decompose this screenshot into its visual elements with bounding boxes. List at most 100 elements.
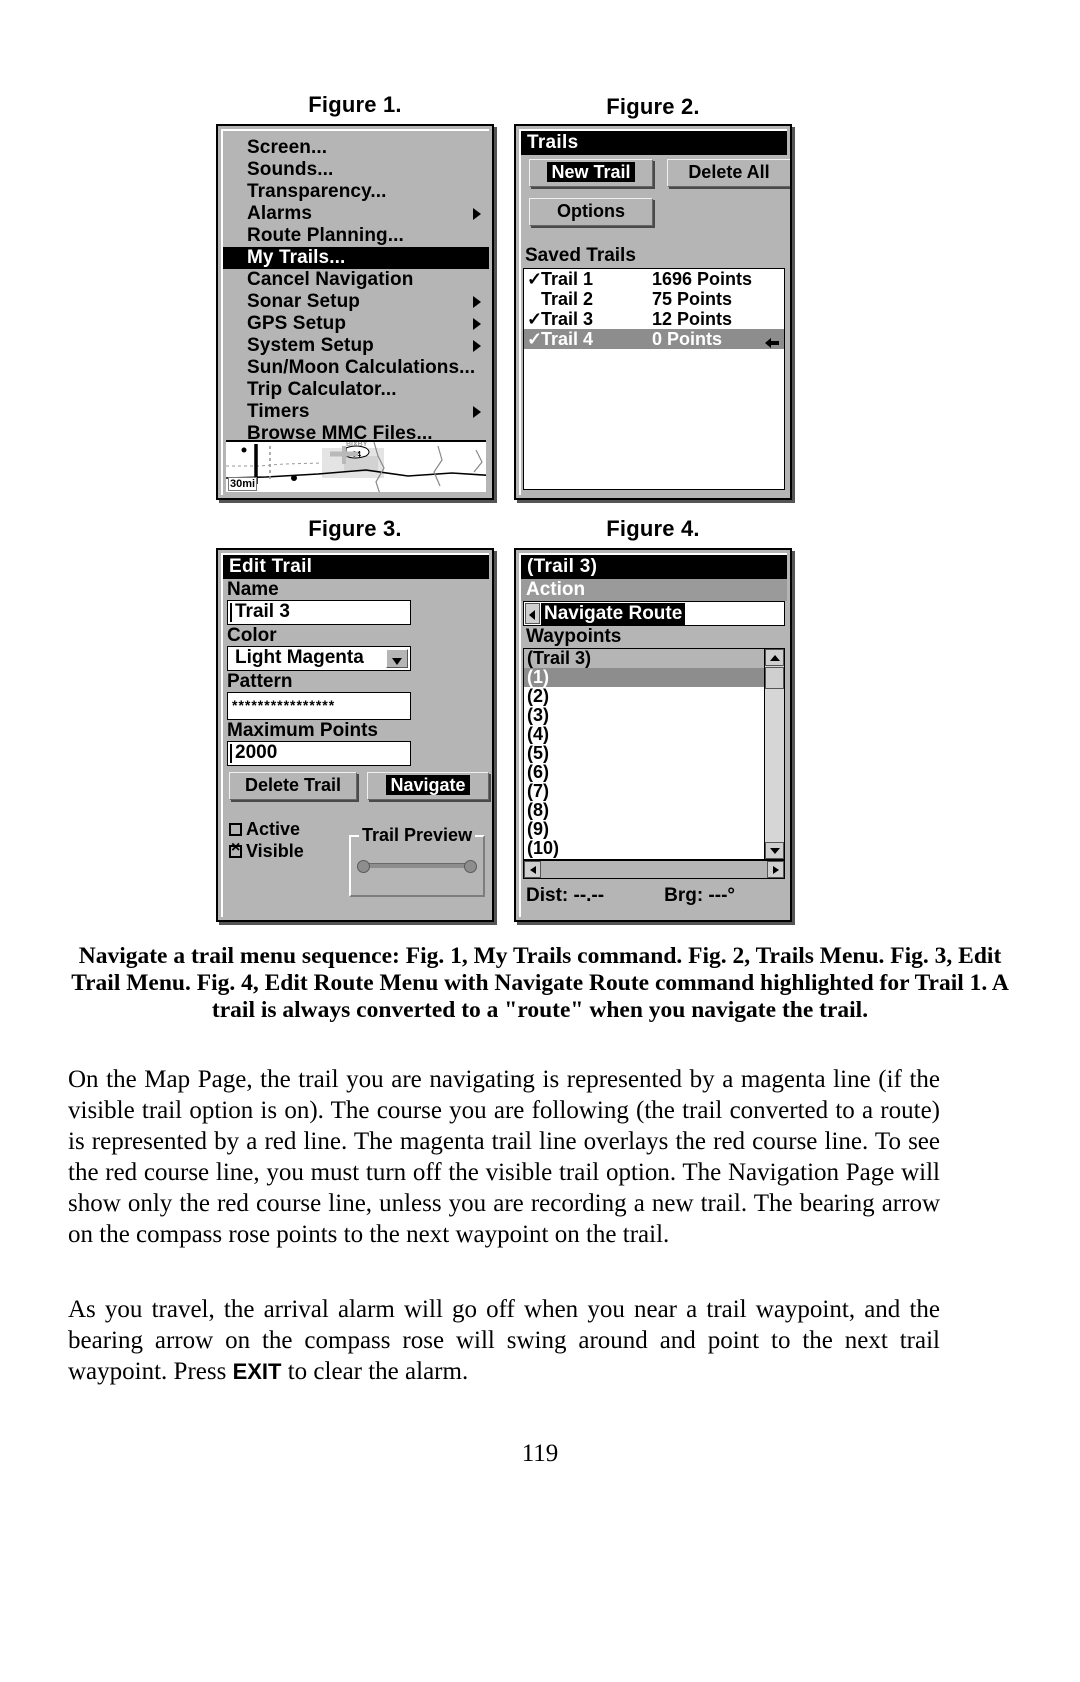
list-item[interactable]: (7) [524, 782, 784, 801]
action-spinner[interactable]: Navigate Route [523, 601, 785, 627]
pattern-field-value: **************** [232, 697, 336, 714]
figure-3-screen-inner: Edit Trail Name Trail 3 Color Light Mage… [221, 553, 489, 917]
delete-all-button[interactable]: Delete All [667, 159, 790, 188]
maximum-points-value: 2000 [235, 742, 278, 764]
menu-item-label: Route Planning... [247, 225, 404, 246]
table-row[interactable]: ✓ Trail 3 12 Points [524, 309, 784, 329]
pattern-field[interactable]: **************** [227, 692, 411, 721]
waypoints-vertical-scrollbar[interactable] [764, 649, 784, 860]
new-trail-button-label: New Trail [547, 162, 635, 183]
table-row[interactable]: Trail 2 75 Points [524, 289, 784, 309]
menu-item[interactable]: Cancel Navigation [223, 269, 489, 291]
waypoints-list[interactable]: (Trail 3) (1) (2) (3) (4) (5) (6) (7) (8) (9) (10… [523, 648, 785, 861]
menu-item[interactable]: Trip Calculator... [223, 379, 489, 401]
name-field[interactable]: Trail 3 [227, 600, 411, 626]
table-row[interactable]: ✓ Trail 4 0 Points [524, 329, 784, 350]
list-item[interactable]: (10) [524, 839, 784, 858]
list-item[interactable]: (9) [524, 820, 784, 839]
menu-item-label: Sun/Moon Calculations... [247, 357, 476, 378]
waypoints-label: Waypoints [521, 626, 787, 649]
menu-item[interactable]: My Trails... [223, 247, 489, 269]
trail-point-count: 75 Points [652, 289, 733, 310]
menu-item-label: Sounds... [247, 159, 334, 180]
navigate-button[interactable]: Navigate [367, 772, 489, 801]
figure-1-screen: Screen... Sounds... Transparency... Alarms R… [216, 124, 494, 500]
maximum-points-field[interactable]: 2000 [227, 741, 411, 767]
figure-caption: Navigate a trail menu sequence: Fig. 1, … [71, 943, 1009, 1023]
color-select[interactable]: Light Magenta [227, 646, 411, 672]
submenu-arrow-icon [473, 296, 481, 308]
figure-3-label: Figure 3. [308, 516, 402, 541]
list-item[interactable]: (6) [524, 763, 784, 782]
trail-point-count: 1696 Points [652, 269, 753, 290]
scroll-right-arrow-icon[interactable] [767, 861, 784, 879]
menu-item[interactable]: Screen... [223, 137, 489, 159]
trail-check-icon: ✓ [527, 269, 543, 290]
text-caret-icon [230, 603, 232, 623]
menu-item-label: System Setup [247, 335, 374, 356]
chevron-down-icon[interactable] [386, 649, 408, 669]
text-caret-icon [230, 744, 232, 764]
active-checkbox[interactable] [229, 823, 242, 837]
scroll-down-arrow-icon[interactable] [765, 842, 784, 860]
scroll-thumb[interactable] [765, 667, 784, 690]
menu-item-label: Trip Calculator... [247, 379, 397, 400]
trail-name: Trail 3 [541, 309, 594, 330]
list-item[interactable]: (5) [524, 744, 784, 763]
figure-2-screen-inner: Trails New Trail Delete All Options Save… [519, 129, 790, 495]
waypoints-rows[interactable]: (1) (2) (3) (4) (5) (6) (7) (8) (9) (10) [524, 668, 784, 858]
navigate-button-label: Navigate [386, 775, 470, 796]
body-paragraph-2: As you travel, the arrival alarm will go… [68, 1294, 940, 1387]
list-item[interactable]: (3) [524, 706, 784, 725]
menu-item[interactable]: Route Planning... [223, 225, 489, 247]
edit-route-title: (Trail 3) [521, 555, 787, 580]
menu-item-label: Timers [247, 401, 310, 422]
figure-1-label: Figure 1. [308, 92, 402, 117]
svg-text:BIXBY: BIXBY [346, 442, 368, 448]
spinner-left-arrow-icon[interactable] [525, 603, 540, 625]
saved-trails-list[interactable]: ✓ Trail 1 1696 Points Trail 2 75 Points ✓ Trai… [523, 268, 785, 491]
list-item[interactable]: (2) [524, 687, 784, 706]
menu-item[interactable]: Alarms [223, 203, 489, 225]
figure-4-label: Figure 4. [606, 516, 700, 541]
trail-name: Trail 2 [541, 289, 594, 310]
scroll-left-arrow-icon[interactable] [524, 861, 541, 879]
trail-check-icon: ✓ [527, 309, 543, 330]
menu-item[interactable]: Transparency... [223, 181, 489, 203]
menu-item[interactable]: Sounds... [223, 159, 489, 181]
main-menu-list[interactable]: Screen... Sounds... Transparency... Alarms R… [223, 131, 489, 445]
menu-item[interactable]: System Setup [223, 335, 489, 357]
menu-item-label: Alarms [247, 203, 313, 224]
menu-item-label: Sonar Setup [247, 291, 361, 312]
trails-title: Trails [521, 131, 787, 156]
figure-1-screen-inner: Screen... Sounds... Transparency... Alarms R… [221, 129, 489, 495]
menu-item-label: GPS Setup [247, 313, 347, 334]
left-pointer-icon [764, 333, 780, 349]
color-select-value: Light Magenta [235, 647, 364, 669]
menu-item[interactable]: Sun/Moon Calculations... [223, 357, 489, 379]
table-row[interactable]: ✓ Trail 1 1696 Points [524, 269, 784, 289]
waypoints-horizontal-scrollbar[interactable] [523, 860, 785, 880]
edit-trail-title: Edit Trail [223, 555, 489, 580]
delete-trail-button[interactable]: Delete Trail [229, 772, 357, 801]
action-label: Action [521, 579, 787, 602]
figure-3-screen: Edit Trail Name Trail 3 Color Light Mage… [216, 548, 494, 922]
name-label: Name [227, 579, 279, 601]
scroll-up-arrow-icon[interactable] [765, 649, 784, 667]
distance-value: Dist: --.-- [526, 885, 605, 907]
trail-name: Trail 4 [541, 329, 594, 350]
active-checkbox-label: Active [246, 819, 301, 840]
options-button[interactable]: Options [529, 198, 653, 227]
new-trail-button[interactable]: New Trail [529, 159, 653, 188]
list-item[interactable]: (1) [524, 668, 784, 688]
menu-item[interactable]: GPS Setup [223, 313, 489, 335]
menu-item[interactable]: Sonar Setup [223, 291, 489, 313]
list-item[interactable]: (8) [524, 801, 784, 820]
exit-key-name: EXIT [232, 1359, 282, 1384]
list-item[interactable]: (4) [524, 725, 784, 744]
saved-trails-label: Saved Trails [525, 245, 636, 267]
dist-brg-row: Dist: --.-- Brg: ---° [521, 885, 787, 907]
menu-item[interactable]: Timers [223, 401, 489, 423]
visible-checkbox[interactable] [229, 840, 242, 859]
figure-4-screen: (Trail 3) Action Navigate Route Waypoint… [514, 548, 792, 922]
